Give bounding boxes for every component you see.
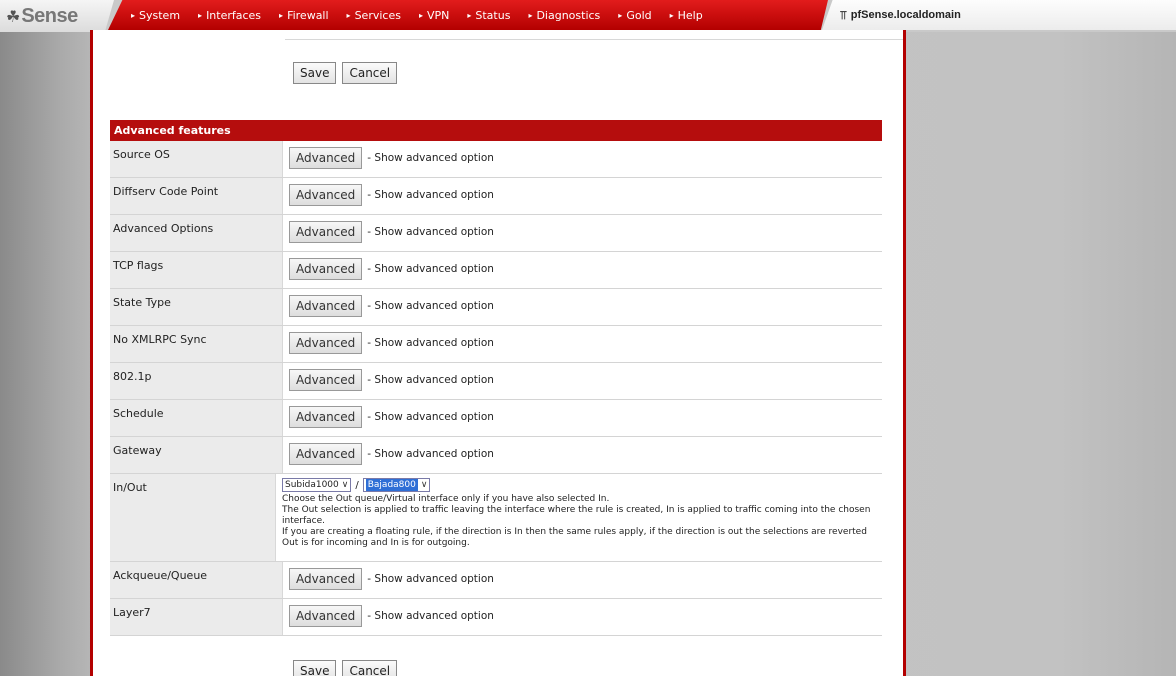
row-label: Schedule xyxy=(110,400,283,436)
row-advanced-options: Advanced Options Advanced - Show advanced… xyxy=(110,215,882,252)
show-advanced-text: - Show advanced option xyxy=(367,263,494,275)
show-advanced-text: - Show advanced option xyxy=(367,411,494,423)
advanced-button-diffserv[interactable]: Advanced xyxy=(289,184,363,206)
row-in-out: In/Out Subida1000 ∨ / Bajada800 ∨ Choose… xyxy=(110,474,882,562)
help-line: The Out selection is applied to traffic … xyxy=(282,505,871,526)
queue-separator: / xyxy=(355,479,359,491)
row-tcp-flags: TCP flags Advanced - Show advanced option xyxy=(110,252,882,289)
row-gateway: Gateway Advanced - Show advanced option xyxy=(110,437,882,474)
menu-firewall[interactable]: Firewall xyxy=(270,9,338,22)
show-advanced-text: - Show advanced option xyxy=(367,152,494,164)
advanced-button-gateway[interactable]: Advanced xyxy=(289,443,363,465)
advanced-features-table: Source OS Advanced - Show advanced option… xyxy=(110,141,882,636)
out-queue-select[interactable]: Bajada800 ∨ xyxy=(362,478,431,492)
row-source-os: Source OS Advanced - Show advanced option xyxy=(110,141,882,178)
row-diffserv: Diffserv Code Point Advanced - Show advan… xyxy=(110,178,882,215)
menu-status[interactable]: Status xyxy=(458,9,519,22)
show-advanced-text: - Show advanced option xyxy=(367,374,494,386)
help-line: Choose the Out queue/Virtual interface o… xyxy=(282,494,610,504)
menu-vpn[interactable]: VPN xyxy=(410,9,458,22)
in-queue-value: Subida1000 xyxy=(285,480,339,490)
row-label: Layer7 xyxy=(110,599,283,635)
menu-services[interactable]: Services xyxy=(338,9,410,22)
cancel-button[interactable]: Cancel xyxy=(342,660,398,676)
row-label: Gateway xyxy=(110,437,283,473)
save-button[interactable]: Save xyxy=(293,62,337,84)
row-schedule: Schedule Advanced - Show advanced option xyxy=(110,400,882,437)
row-ackqueue: Ackqueue/Queue Advanced - Show advanced o… xyxy=(110,562,882,599)
row-layer7: Layer7 Advanced - Show advanced option xyxy=(110,599,882,636)
content-panel: Save Cancel Advanced features Source OS … xyxy=(90,30,906,676)
row-label: In/Out xyxy=(110,474,276,561)
advanced-button-source-os[interactable]: Advanced xyxy=(289,147,363,169)
top-bar: ☘ Sense System Interfaces Firewall Servi… xyxy=(0,0,1176,32)
menu-system[interactable]: System xyxy=(122,9,189,22)
network-icon: ⫪ xyxy=(840,7,847,22)
show-advanced-text: - Show advanced option xyxy=(367,337,494,349)
in-queue-select[interactable]: Subida1000 ∨ xyxy=(282,478,352,492)
save-button[interactable]: Save xyxy=(293,660,337,676)
row-label: State Type xyxy=(110,289,283,325)
chevron-down-icon: ∨ xyxy=(420,480,428,490)
hostname: pfSense.localdomain xyxy=(850,9,961,21)
advanced-button-state-type[interactable]: Advanced xyxy=(289,295,363,317)
row-label: TCP flags xyxy=(110,252,283,288)
show-advanced-text: - Show advanced option xyxy=(367,448,494,460)
pfsense-logo-icon: ☘ xyxy=(6,6,21,26)
row-8021p: 802.1p Advanced - Show advanced option xyxy=(110,363,882,400)
menu-diagnostics[interactable]: Diagnostics xyxy=(519,9,609,22)
main-menu: System Interfaces Firewall Services VPN … xyxy=(108,0,828,30)
row-label: No XMLRPC Sync xyxy=(110,326,283,362)
menu-interfaces[interactable]: Interfaces xyxy=(189,9,270,22)
show-advanced-text: - Show advanced option xyxy=(367,610,494,622)
advanced-button-tcp-flags[interactable]: Advanced xyxy=(289,258,363,280)
bottom-actions: Save Cancel xyxy=(293,660,398,676)
row-label: 802.1p xyxy=(110,363,283,399)
description-field-remnant xyxy=(285,30,903,40)
menu-help[interactable]: Help xyxy=(661,9,712,22)
show-advanced-text: - Show advanced option xyxy=(367,226,494,238)
pfsense-logo[interactable]: ☘ Sense xyxy=(0,0,114,32)
advanced-button-no-xmlrpc-sync[interactable]: Advanced xyxy=(289,332,363,354)
out-queue-value: Bajada800 xyxy=(365,479,418,491)
show-advanced-text: - Show advanced option xyxy=(367,573,494,585)
host-bar: ⫪ pfSense.localdomain xyxy=(822,0,1176,30)
help-line: If you are creating a floating rule, if … xyxy=(282,527,867,548)
advanced-button-8021p[interactable]: Advanced xyxy=(289,369,363,391)
chevron-down-icon: ∨ xyxy=(341,480,349,490)
cancel-button[interactable]: Cancel xyxy=(342,62,398,84)
advanced-button-layer7[interactable]: Advanced xyxy=(289,605,363,627)
row-label: Ackqueue/Queue xyxy=(110,562,283,598)
row-no-xmlrpc-sync: No XMLRPC Sync Advanced - Show advanced o… xyxy=(110,326,882,363)
top-actions: Save Cancel xyxy=(293,62,398,84)
logo-text: Sense xyxy=(21,4,78,27)
menu-gold[interactable]: Gold xyxy=(609,9,660,22)
row-label: Advanced Options xyxy=(110,215,283,251)
show-advanced-text: - Show advanced option xyxy=(367,189,494,201)
advanced-button-advanced-options[interactable]: Advanced xyxy=(289,221,363,243)
advanced-button-ackqueue[interactable]: Advanced xyxy=(289,568,363,590)
row-label: Diffserv Code Point xyxy=(110,178,283,214)
in-out-help-text: Choose the Out queue/Virtual interface o… xyxy=(282,494,882,549)
show-advanced-text: - Show advanced option xyxy=(367,300,494,312)
section-header-advanced-features: Advanced features xyxy=(110,120,882,141)
row-label: Source OS xyxy=(110,141,283,177)
row-state-type: State Type Advanced - Show advanced optio… xyxy=(110,289,882,326)
advanced-button-schedule[interactable]: Advanced xyxy=(289,406,363,428)
